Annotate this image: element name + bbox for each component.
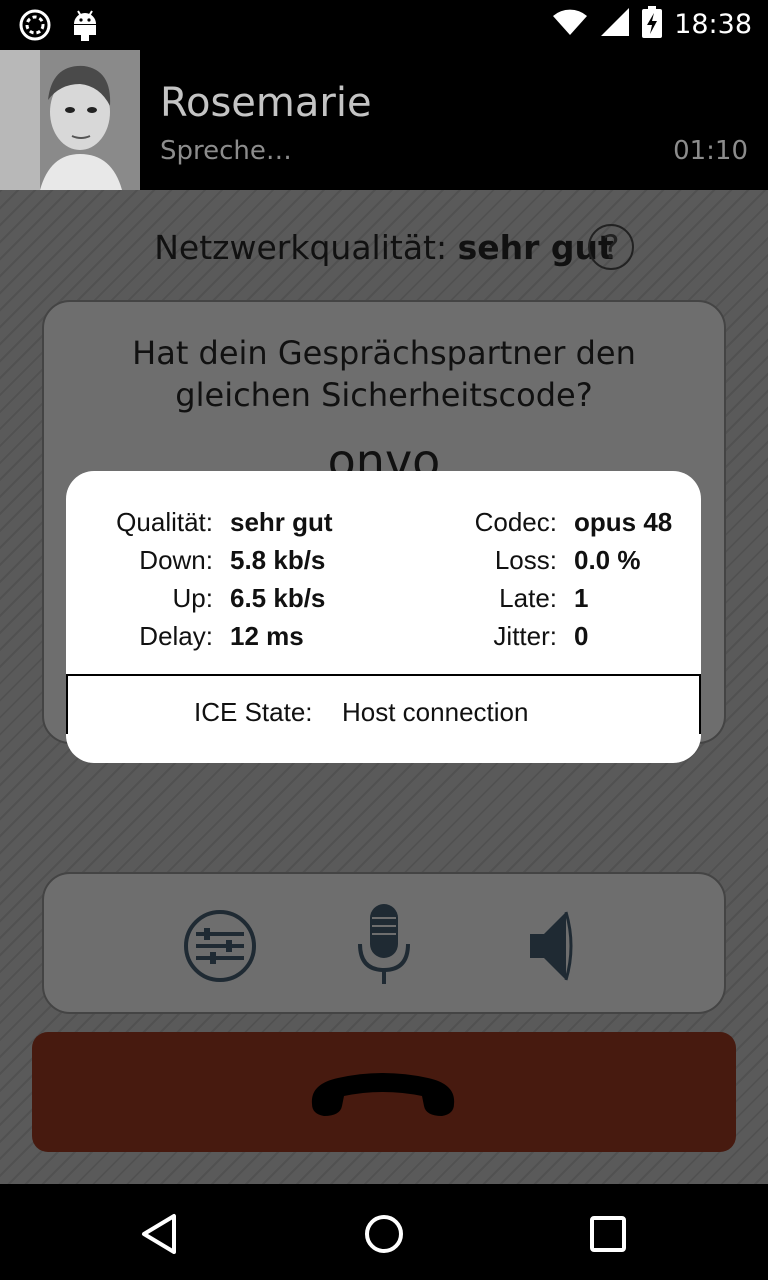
navigation-bar xyxy=(0,1184,768,1280)
stat-row-quality: Qualität: sehr gut Codec: opus 48 xyxy=(116,507,673,537)
recents-icon[interactable] xyxy=(586,1212,630,1256)
stat-row-delay: Delay: 12 ms Jitter: 0 xyxy=(139,621,589,651)
popup-border-left xyxy=(66,674,68,734)
ice-state-label: ICE State: xyxy=(194,697,313,727)
call-stats-popup: Qualität: sehr gut Codec: opus 48 Down: … xyxy=(66,471,701,763)
stat-row-up: Up: 6.5 kb/s Late: 1 xyxy=(172,583,589,613)
wifi-icon xyxy=(552,8,588,41)
hangup-button[interactable] xyxy=(32,1032,736,1152)
back-icon[interactable] xyxy=(138,1212,182,1256)
help-icon[interactable]: ? xyxy=(588,224,634,270)
call-timer: 01:10 xyxy=(673,136,748,166)
android-debug-icon xyxy=(70,8,100,47)
ice-state-value: Host connection xyxy=(342,697,529,727)
security-code-question: Hat dein Gesprächspartner den gleichen S… xyxy=(132,334,636,414)
network-quality-label: Netzwerkqualität: xyxy=(154,228,448,267)
call-controls-panel xyxy=(42,872,726,1014)
home-icon[interactable] xyxy=(362,1212,406,1256)
stat-row-down: Down: 5.8 kb/s Loss: 0.0 % xyxy=(139,545,641,575)
microphone-icon[interactable] xyxy=(344,904,424,988)
caller-header: Rosemarie Spreche… 01:10 xyxy=(0,50,768,190)
speaker-icon[interactable] xyxy=(510,904,590,988)
clock: 18:38 xyxy=(674,9,752,40)
popup-divider xyxy=(66,674,701,676)
call-status: Spreche… xyxy=(160,136,292,166)
settings-sliders-icon[interactable] xyxy=(180,904,260,988)
status-bar: 18:38 xyxy=(0,0,768,50)
avatar xyxy=(0,50,140,190)
battery-charging-icon xyxy=(642,6,663,43)
popup-border-right xyxy=(699,674,701,734)
cell-signal-icon xyxy=(600,7,630,42)
caller-name: Rosemarie xyxy=(160,80,372,126)
network-quality: Netzwerkqualität: sehr gut xyxy=(0,228,768,267)
phone-hangup-icon xyxy=(311,1073,455,1116)
sync-circle-icon xyxy=(18,8,52,47)
